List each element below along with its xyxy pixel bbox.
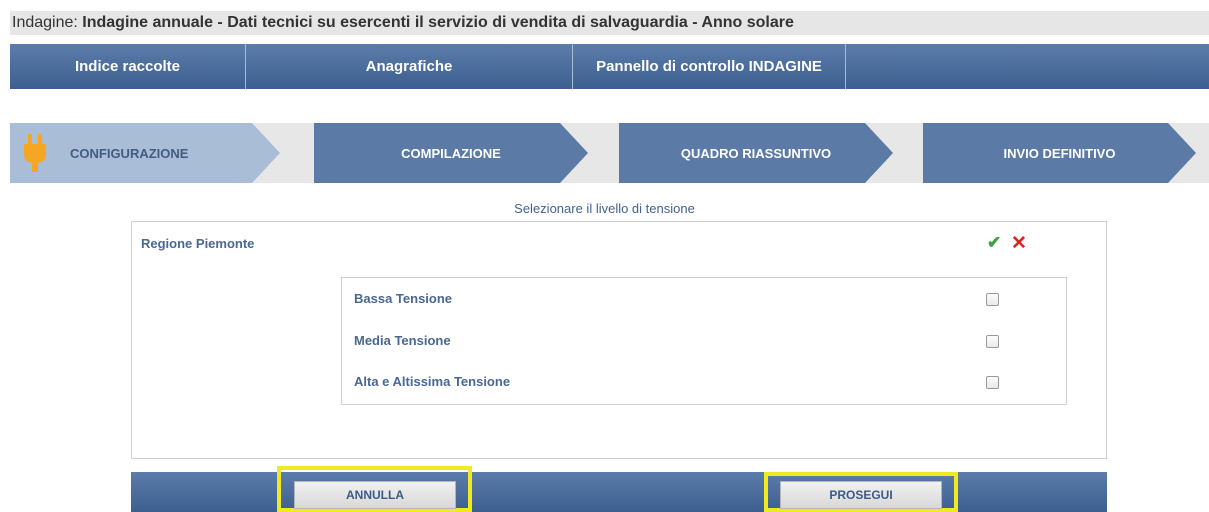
step-label: CONFIGURAZIONE <box>70 145 189 161</box>
nav-item-pannello-controllo[interactable]: Pannello di controllo INDAGINE <box>573 44 846 89</box>
option-media-tensione: Media Tensione <box>342 328 1066 352</box>
plug-icon <box>22 134 48 172</box>
option-label: Bassa Tensione <box>354 291 453 306</box>
option-label: Media Tensione <box>354 333 451 348</box>
step-label: QUADRO RIASSUNTIVO <box>680 145 832 161</box>
option-checkbox[interactable] <box>986 293 999 306</box>
step-configurazione[interactable]: CONFIGURAZIONE <box>10 123 280 183</box>
option-label: Alta e Altissima Tensione <box>354 374 511 389</box>
option-checkbox[interactable] <box>986 376 999 389</box>
region-panel: Regione Piemonte ✔ ✕ Bassa Tensione Medi… <box>131 221 1107 459</box>
confirm-check-icon[interactable]: ✔ <box>987 233 1001 253</box>
step-invio-definitivo[interactable]: INVIO DEFINITIVO <box>923 123 1196 183</box>
nav-item-indice-raccolte[interactable]: Indice raccolte <box>10 44 246 89</box>
option-checkbox[interactable] <box>986 335 999 348</box>
step-compilazione[interactable]: COMPILAZIONE <box>314 123 588 183</box>
step-label: INVIO DEFINITIVO <box>1003 145 1116 161</box>
wizard-steps: CONFIGURAZIONE COMPILAZIONE QUADRO RIASS… <box>10 123 1209 183</box>
survey-title-prefix: Indagine: <box>12 14 83 31</box>
cancel-button[interactable]: ANNULLA <box>294 481 456 509</box>
section-instruction: Selezionare il livello di tensione <box>514 201 695 216</box>
step-label: COMPILAZIONE <box>401 145 501 161</box>
main-nav: Indice raccolte Anagrafiche Pannello di … <box>10 44 1209 89</box>
cancel-x-icon[interactable]: ✕ <box>1011 232 1027 255</box>
step-quadro-riassuntivo[interactable]: QUADRO RIASSUNTIVO <box>619 123 893 183</box>
proceed-button[interactable]: PROSEGUI <box>780 481 942 509</box>
option-bassa-tensione: Bassa Tensione <box>342 286 1066 310</box>
region-name: Regione Piemonte <box>141 236 255 251</box>
nav-item-anagrafiche[interactable]: Anagrafiche <box>246 44 573 89</box>
survey-title: Indagine annuale - Dati tecnici su eserc… <box>82 14 794 31</box>
survey-title-bar: Indagine: Indagine annuale - Dati tecnic… <box>10 11 1209 35</box>
option-alta-tensione: Alta e Altissima Tensione <box>342 369 1066 393</box>
voltage-options: Bassa Tensione Media Tensione Alta e Alt… <box>341 277 1067 405</box>
